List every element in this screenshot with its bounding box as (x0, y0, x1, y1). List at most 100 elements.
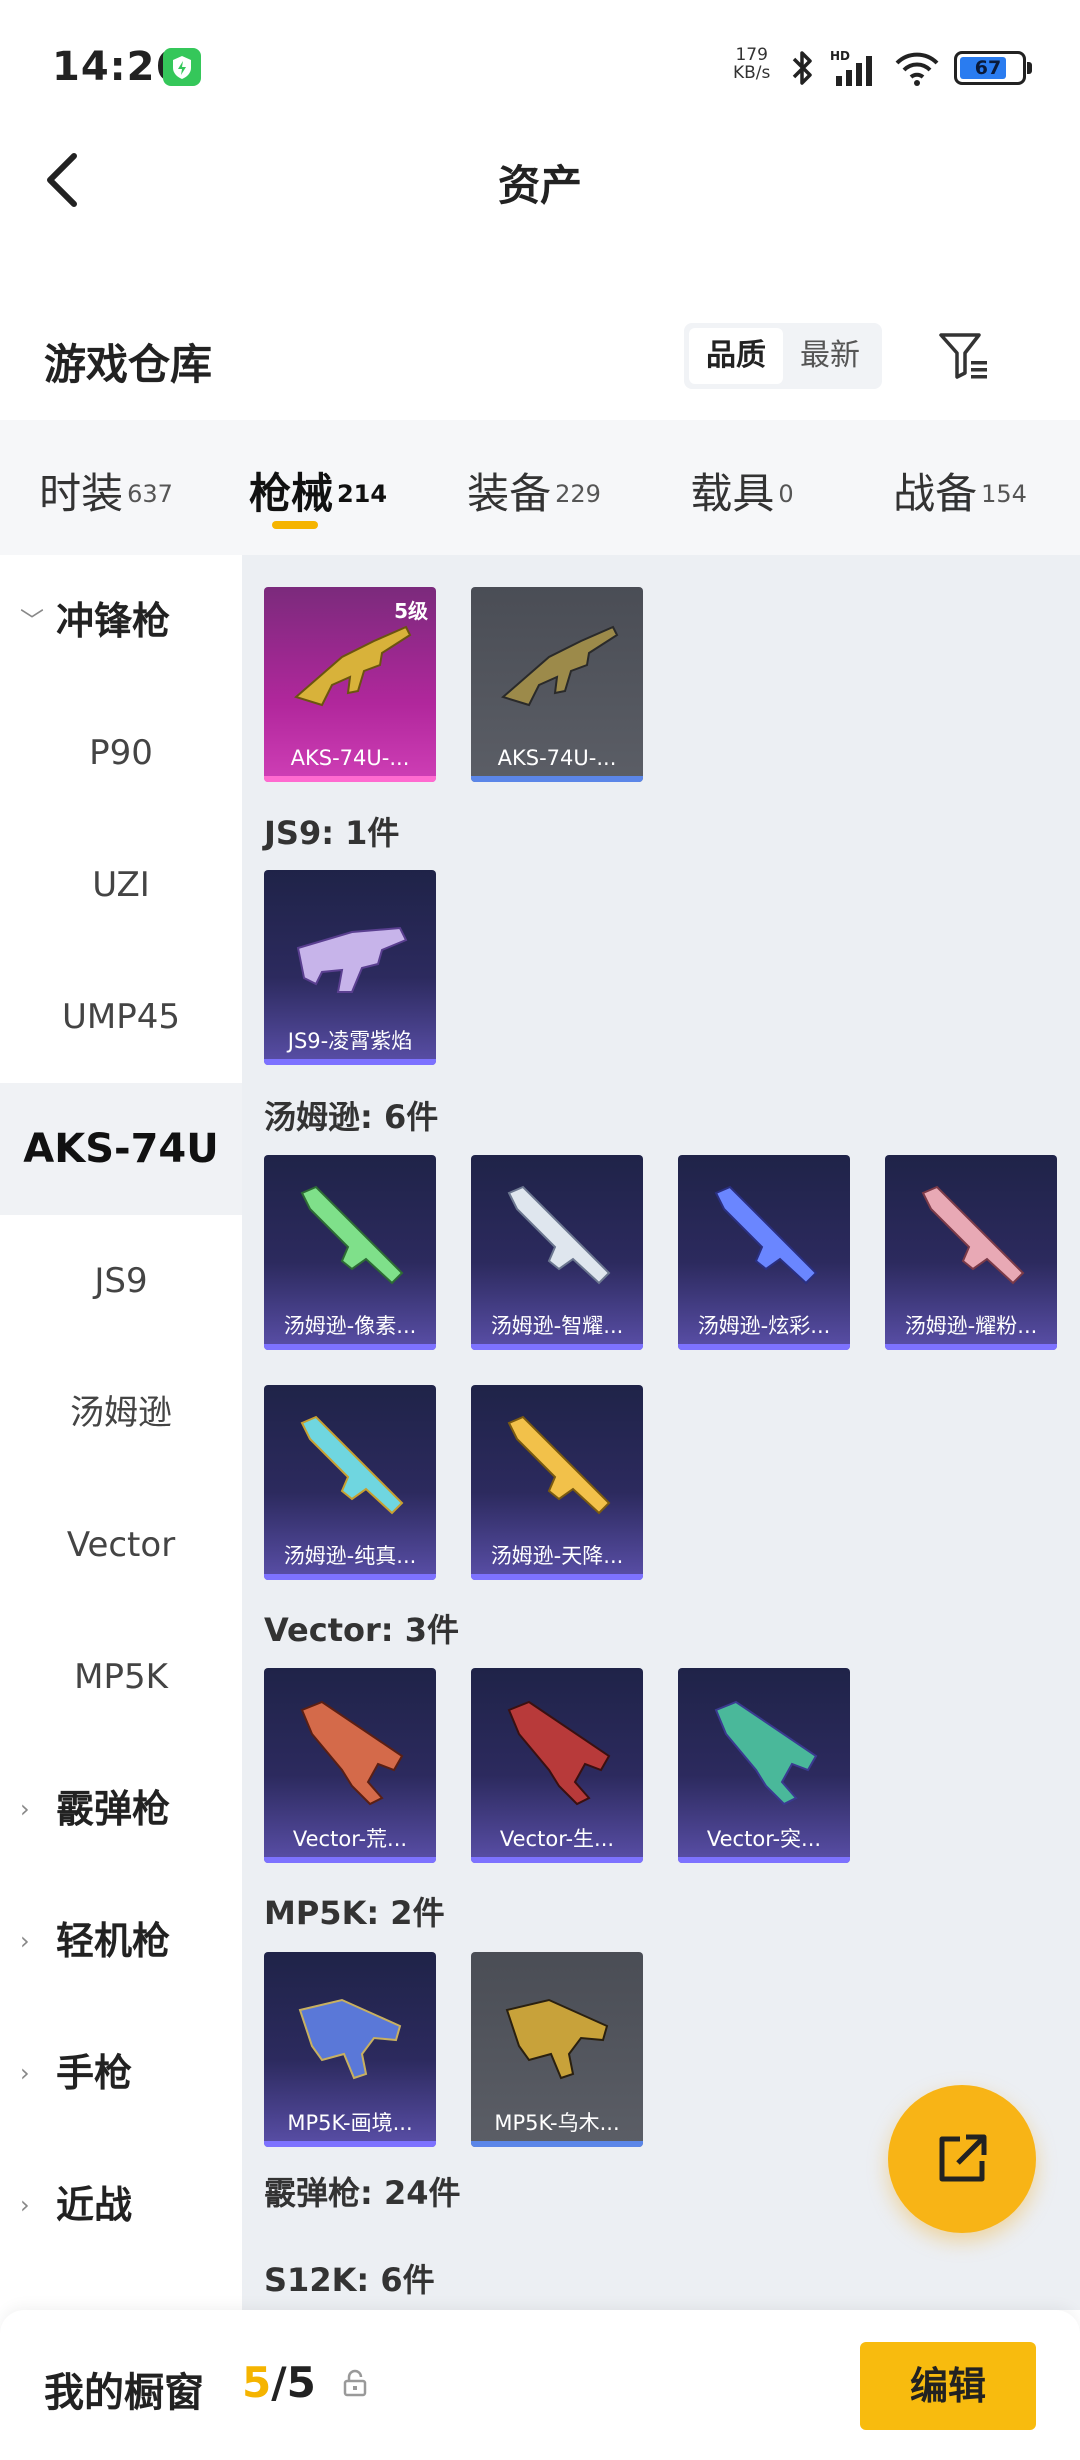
sidebar-group-lmg[interactable]: › 轻机枪 (0, 1875, 242, 2007)
chevron-down-icon: ﹀ (20, 607, 44, 635)
smg-skin-icon (500, 625, 619, 707)
item-card[interactable]: 汤姆逊-纯真... (264, 1385, 436, 1580)
item-card[interactable]: JS9-凌霄紫焰 (264, 870, 436, 1065)
tab-count: 0 (778, 479, 794, 508)
showcase-count-separator: / (271, 2358, 287, 2407)
sidebar-item-mp5k[interactable]: MP5K (0, 1611, 242, 1743)
tab-label: 时装 (39, 469, 124, 518)
status-icons: HD 67 (788, 46, 1032, 90)
showcase-count-current: 5 (242, 2358, 272, 2407)
smg-skin-icon (507, 1700, 611, 1806)
item-level-tag: 5级 (394, 599, 428, 623)
bluetooth-icon (792, 51, 812, 85)
edit-button[interactable]: 编辑 (860, 2342, 1036, 2430)
weapon-type-sidebar: ﹀ 冲锋枪 P90 UZI UMP45 AKS-74U JS9 汤姆逊 Vecto… (0, 555, 242, 2310)
sort-toggle: 品质 最新 (684, 323, 882, 389)
item-card[interactable]: MP5K-乌木... (471, 1952, 643, 2147)
lock-icon (343, 2369, 367, 2397)
share-button[interactable] (888, 2085, 1036, 2233)
item-name: JS9-凌霄紫焰 (287, 1029, 413, 1053)
group-title-shotgun: 霰弹枪: 24件 (264, 2174, 461, 2212)
tab-label: 枪械 (248, 469, 333, 518)
item-card[interactable]: MP5K-画境... (264, 1952, 436, 2147)
sidebar-group-label: 近战 (56, 2183, 133, 2227)
item-card[interactable]: 汤姆逊-天降... (471, 1385, 643, 1580)
smg-skin-icon (293, 625, 412, 707)
smg-skin-icon (296, 926, 408, 993)
network-speed: 179 KB/s (733, 46, 770, 82)
warehouse-header: 游戏仓库 品质 最新 (0, 305, 1080, 405)
sidebar-group-label: 冲锋枪 (56, 599, 171, 643)
tab-fashion[interactable]: 时装 637 (0, 420, 212, 555)
app-notification-icon (163, 48, 201, 86)
item-name: 汤姆逊-天降... (490, 1544, 624, 1568)
item-name: AKS-74U-... (290, 746, 410, 770)
item-name: 汤姆逊-耀粉... (904, 1314, 1038, 1338)
filter-icon[interactable] (935, 327, 993, 385)
cellular-signal-icon: HD (830, 49, 872, 86)
item-card[interactable]: 5级 AKS-74U-... (264, 587, 436, 782)
tab-equipment[interactable]: 装备 229 (424, 420, 644, 555)
sidebar-item-ump45[interactable]: UMP45 (0, 951, 242, 1083)
showcase-count-total: 5 (286, 2358, 316, 2407)
item-card[interactable]: 汤姆逊-耀粉... (885, 1155, 1057, 1350)
sidebar-item-p90[interactable]: P90 (0, 687, 242, 819)
share-icon (939, 2134, 987, 2182)
network-speed-value: 179 (735, 45, 768, 65)
item-name: 汤姆逊-炫彩... (697, 1314, 831, 1338)
item-card[interactable]: 汤姆逊-像素... (264, 1155, 436, 1350)
network-speed-unit: KB/s (733, 63, 771, 83)
item-card[interactable]: Vector-突... (678, 1668, 850, 1863)
group-title-s12k: S12K: 6件 (264, 2261, 435, 2299)
item-card[interactable]: Vector-荒... (264, 1668, 436, 1863)
sort-option-quality[interactable]: 品质 (689, 328, 783, 384)
showcase-bar: 我的橱窗 5/5 编辑 (0, 2310, 1080, 2460)
showcase-title: 我的橱窗 (44, 2370, 204, 2416)
tab-count: 214 (336, 479, 388, 508)
item-name: AKS-74U-... (497, 746, 617, 770)
page-title: 资产 (497, 161, 582, 210)
tab-count: 637 (127, 479, 173, 508)
item-grid: 5级 AKS-74U-... AKS-74U-... JS9: 1件 JS9-凌… (242, 555, 1080, 2310)
tab-gear[interactable]: 战备 154 (840, 420, 1080, 555)
smg-skin-icon (300, 1700, 404, 1806)
sidebar-item-thompson[interactable]: 汤姆逊 (0, 1347, 242, 1479)
sidebar-item-js9[interactable]: JS9 (0, 1215, 242, 1347)
sidebar-group-pistol[interactable]: › 手枪 (0, 2007, 242, 2139)
tab-count: 154 (981, 479, 1027, 508)
tab-firearms[interactable]: 枪械 214 (212, 420, 424, 555)
smg-skin-icon (714, 1700, 818, 1806)
sidebar-item-vector[interactable]: Vector (0, 1479, 242, 1611)
smg-skin-icon (921, 1185, 1025, 1285)
wifi-icon (895, 52, 939, 86)
sidebar-group-shotgun[interactable]: › 霰弹枪 (0, 1743, 242, 1875)
sidebar-group-smg[interactable]: ﹀ 冲锋枪 (0, 555, 242, 687)
item-name: MP5K-乌木... (494, 2111, 620, 2135)
group-title-vector: Vector: 3件 (264, 1611, 459, 1649)
tab-vehicles[interactable]: 载具 0 (644, 420, 840, 555)
chevron-right-icon: › (20, 2059, 30, 2087)
item-card[interactable]: AKS-74U-... (471, 587, 643, 782)
sidebar-item-uzi[interactable]: UZI (0, 819, 242, 951)
tab-label: 装备 (467, 469, 552, 518)
warehouse-title: 游戏仓库 (44, 340, 213, 389)
chevron-right-icon: › (20, 1927, 30, 1955)
status-bar: 14:26 179 KB/s HD 67 (0, 0, 1080, 130)
item-name: MP5K-画境... (287, 2111, 413, 2135)
sidebar-item-aks74u[interactable]: AKS-74U (0, 1083, 242, 1215)
chevron-right-icon: › (20, 1795, 30, 1823)
smg-skin-icon (298, 1998, 402, 2080)
item-name: 汤姆逊-智耀... (490, 1314, 624, 1338)
item-card[interactable]: Vector-生... (471, 1668, 643, 1863)
item-name: 汤姆逊-纯真... (283, 1544, 417, 1568)
smg-skin-icon (507, 1415, 611, 1515)
chevron-right-icon: › (20, 2191, 30, 2219)
sort-option-newest[interactable]: 最新 (783, 328, 877, 384)
sidebar-group-melee[interactable]: › 近战 (0, 2139, 242, 2271)
item-card[interactable]: 汤姆逊-智耀... (471, 1155, 643, 1350)
item-name: Vector-荒... (292, 1827, 408, 1851)
smg-skin-icon (505, 1998, 609, 2080)
smg-skin-icon (507, 1185, 611, 1285)
smg-skin-icon (300, 1415, 404, 1515)
item-card[interactable]: 汤姆逊-炫彩... (678, 1155, 850, 1350)
